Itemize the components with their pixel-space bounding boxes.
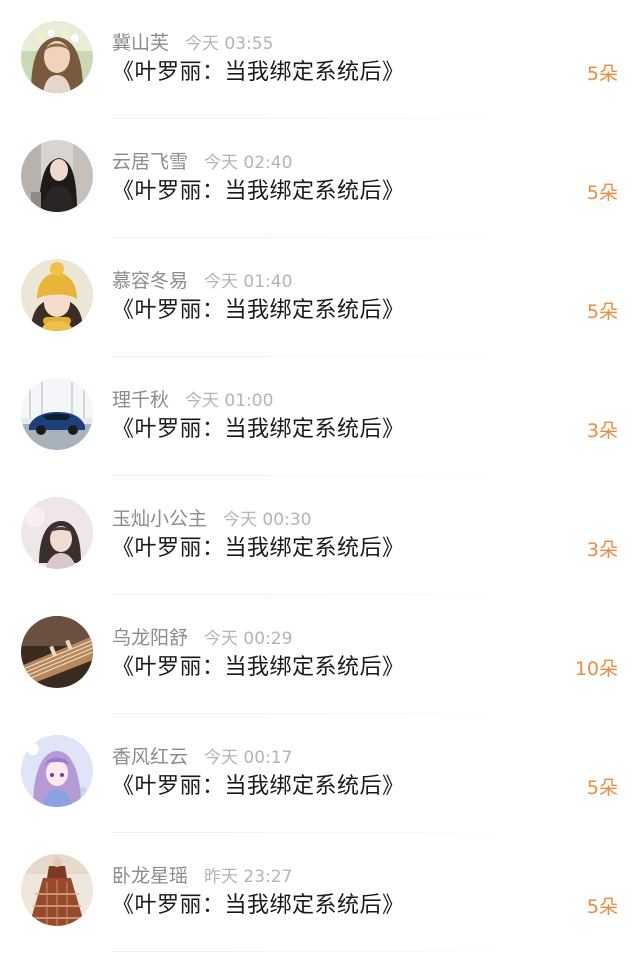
- girl-soft-portrait-icon: [21, 497, 93, 569]
- avatar[interactable]: [21, 735, 93, 807]
- list-item[interactable]: 理千秋 今天 01:00 《叶罗丽：当我绑定系统后》 3朵: [0, 357, 640, 476]
- avatar[interactable]: [21, 378, 93, 450]
- girl-yellow-beanie-icon: [21, 259, 93, 331]
- girl-floral-portrait-icon: [21, 21, 93, 93]
- timestamp: 今天 01:00: [185, 391, 274, 411]
- divider: [112, 951, 516, 952]
- entry-meta: 云居飞雪 今天 02:40: [112, 149, 292, 175]
- avatar[interactable]: [21, 21, 93, 93]
- timestamp: 今天 02:40: [204, 153, 293, 173]
- flower-count: 5朵: [586, 63, 618, 85]
- flower-count: 3朵: [586, 539, 618, 561]
- book-title[interactable]: 《叶罗丽：当我绑定系统后》: [112, 891, 405, 921]
- user-name[interactable]: 玉灿小公主: [112, 508, 207, 530]
- avatar[interactable]: [21, 497, 93, 569]
- list-item[interactable]: 香风红云 今天 00:17 《叶罗丽：当我绑定系统后》 5朵: [0, 714, 640, 833]
- anime-purple-girl-icon: [21, 735, 93, 807]
- entry-meta: 香风红云 今天 00:17: [112, 744, 292, 770]
- list-item[interactable]: 冀山芙 今天 03:55 《叶罗丽：当我绑定系统后》 5朵: [0, 0, 640, 119]
- list-item[interactable]: 玉灿小公主 今天 00:30 《叶罗丽：当我绑定系统后》 3朵: [0, 476, 640, 595]
- book-title[interactable]: 《叶罗丽：当我绑定系统后》: [112, 653, 405, 683]
- entry-meta: 慕容冬易 今天 01:40: [112, 268, 292, 294]
- blue-sports-car-icon: [21, 378, 93, 450]
- user-name[interactable]: 香风红云: [112, 746, 188, 768]
- avatar[interactable]: [21, 854, 93, 926]
- book-title[interactable]: 《叶罗丽：当我绑定系统后》: [112, 415, 405, 445]
- user-name[interactable]: 卧龙星瑶: [112, 865, 188, 887]
- timestamp: 今天 00:30: [223, 510, 312, 530]
- gift-list: 冀山芙 今天 03:55 《叶罗丽：当我绑定系统后》 5朵 云居飞雪 今天 02:4…: [0, 0, 640, 959]
- entry-meta: 冀山芙 今天 03:55: [112, 30, 273, 56]
- user-name[interactable]: 理千秋: [112, 389, 169, 411]
- user-name[interactable]: 云居飞雪: [112, 151, 188, 173]
- entry-meta: 理千秋 今天 01:00: [112, 387, 273, 413]
- book-title[interactable]: 《叶罗丽：当我绑定系统后》: [112, 58, 405, 88]
- timestamp: 今天 01:40: [204, 272, 293, 292]
- avatar[interactable]: [21, 259, 93, 331]
- flower-count: 5朵: [586, 182, 618, 204]
- book-title[interactable]: 《叶罗丽：当我绑定系统后》: [112, 534, 405, 564]
- book-title[interactable]: 《叶罗丽：当我绑定系统后》: [112, 772, 405, 802]
- timestamp: 今天 00:17: [204, 748, 293, 768]
- timestamp: 今天 03:55: [185, 34, 274, 54]
- list-item[interactable]: 云居飞雪 今天 02:40 《叶罗丽：当我绑定系统后》 5朵: [0, 119, 640, 238]
- flower-count: 10朵: [574, 658, 618, 680]
- avatar[interactable]: [21, 140, 93, 212]
- timestamp: 昨天 23:27: [204, 867, 293, 887]
- list-item[interactable]: 卧龙星瑶 昨天 23:27 《叶罗丽：当我绑定系统后》 5朵: [0, 833, 640, 952]
- entry-meta: 乌龙阳舒 今天 00:29: [112, 625, 292, 651]
- flower-count: 5朵: [586, 301, 618, 323]
- entry-meta: 卧龙星瑶 昨天 23:27: [112, 863, 292, 889]
- list-item[interactable]: 慕容冬易 今天 01:40 《叶罗丽：当我绑定系统后》 5朵: [0, 238, 640, 357]
- flower-count: 5朵: [586, 896, 618, 918]
- book-title[interactable]: 《叶罗丽：当我绑定系统后》: [112, 296, 405, 326]
- flower-count: 5朵: [586, 777, 618, 799]
- list-item[interactable]: 乌龙阳舒 今天 00:29 《叶罗丽：当我绑定系统后》 10朵: [0, 595, 640, 714]
- user-name[interactable]: 冀山芙: [112, 32, 169, 54]
- timestamp: 今天 00:29: [204, 629, 293, 649]
- avatar[interactable]: [21, 616, 93, 688]
- girl-dark-portrait-icon: [21, 140, 93, 212]
- entry-meta: 玉灿小公主 今天 00:30: [112, 506, 311, 532]
- user-name[interactable]: 慕容冬易: [112, 270, 188, 292]
- flower-count: 3朵: [586, 420, 618, 442]
- vintage-dress-icon: [21, 854, 93, 926]
- guzheng-instrument-icon: [21, 616, 93, 688]
- user-name[interactable]: 乌龙阳舒: [112, 627, 188, 649]
- book-title[interactable]: 《叶罗丽：当我绑定系统后》: [112, 177, 405, 207]
